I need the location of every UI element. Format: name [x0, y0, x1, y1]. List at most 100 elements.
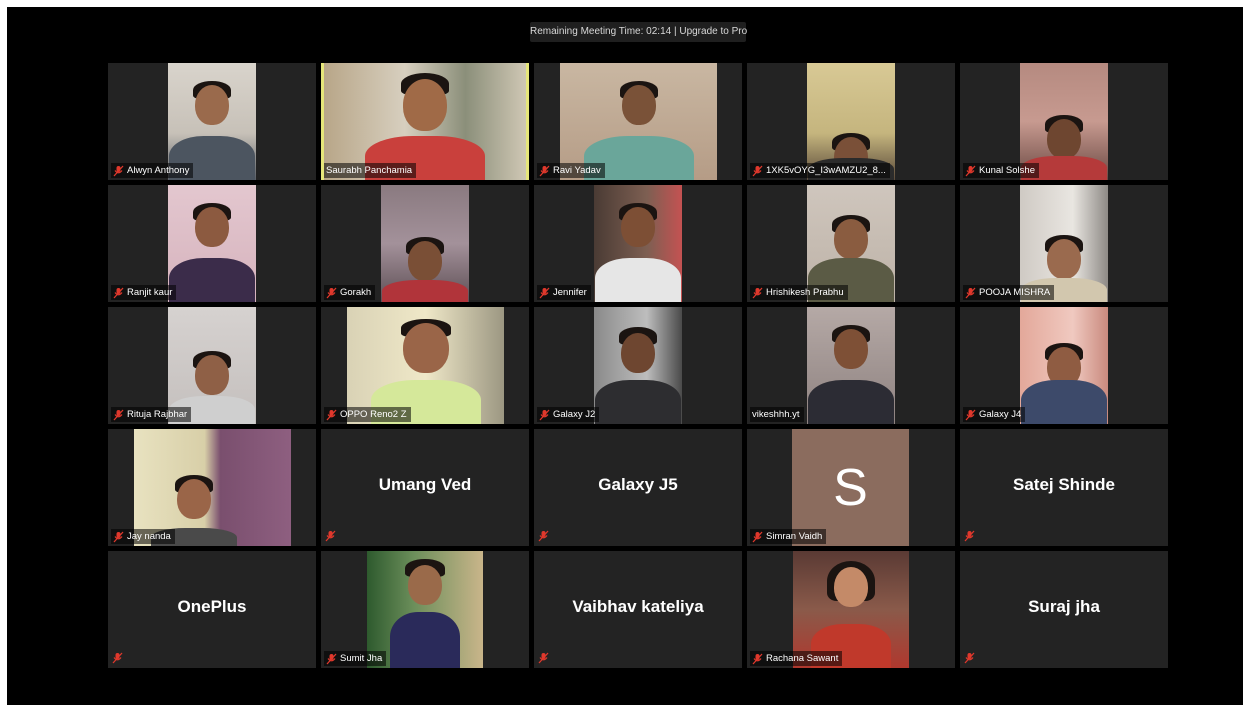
participant-name-label: Jennifer: [537, 285, 591, 300]
participant-tile-galaxy-j5[interactable]: Galaxy J5: [534, 429, 742, 546]
participant-tile-jay-nanda[interactable]: Jay nanda: [108, 429, 316, 546]
participant-name: Hrishikesh Prabhu: [766, 287, 844, 298]
muted-mic-icon: [326, 409, 337, 420]
muted-mic-icon: [325, 530, 336, 542]
video-feed: [594, 185, 682, 302]
participant-name: Ravi Yadav: [553, 165, 601, 176]
participant-tile-oneplus[interactable]: OnePlus: [108, 551, 316, 668]
participant-name-label: Galaxy J4: [963, 407, 1026, 422]
participant-name-label: Galaxy J2: [537, 407, 600, 422]
participant-tile-vaibhav-kateliya[interactable]: Vaibhav kateliya: [534, 551, 742, 668]
muted-mic-icon: [965, 165, 976, 176]
participant-name-placeholder: Suraj jha: [1028, 597, 1100, 616]
muted-mic-icon: [113, 287, 124, 298]
participant-tile-rituja-rajbhar[interactable]: Rituja Rajbhar: [108, 307, 316, 424]
video-feed: [168, 185, 256, 302]
participant-tile-alwyn-anthony[interactable]: Alwyn Anthony: [108, 63, 316, 180]
participant-name: Sumit Jha: [340, 653, 383, 664]
participant-tile-kunal-solshe[interactable]: Kunal Solshe: [960, 63, 1168, 180]
participant-tile-simran-vaidh[interactable]: S Simran Vaidh: [747, 429, 955, 546]
muted-mic-icon: [539, 409, 550, 420]
muted-mic-icon: [113, 409, 124, 420]
participant-name-label: POOJA MISHRA: [963, 285, 1055, 300]
muted-mic-icon: [112, 652, 123, 664]
participant-name: Kunal Solshe: [979, 165, 1035, 176]
muted-mic-icon: [965, 409, 976, 420]
participant-tile-gorakh[interactable]: Gorakh: [321, 185, 529, 302]
participant-name-placeholder: Umang Ved: [378, 475, 472, 494]
participant-name-label: Rachana Sawant: [750, 651, 843, 666]
participant-name: OPPO Reno2 Z: [340, 409, 407, 420]
participant-name: Rituja Rajbhar: [127, 409, 188, 420]
video-feed: [807, 307, 895, 424]
video-feed: [594, 307, 682, 424]
participant-name-label: Sumit Jha: [324, 651, 387, 666]
participant-name-label: Hrishikesh Prabhu: [750, 285, 848, 300]
participant-name: Galaxy J4: [979, 409, 1022, 420]
muted-mic-icon: [539, 287, 550, 298]
muted-mic-icon: [113, 165, 124, 176]
participant-name-label: Kunal Solshe: [963, 163, 1039, 178]
participant-name-label: Jay nanda: [111, 529, 175, 544]
muted-mic-icon: [964, 652, 975, 664]
participant-tile-sumit-jha[interactable]: Sumit Jha: [321, 551, 529, 668]
participant-tile-suraj-jha[interactable]: Suraj jha: [960, 551, 1168, 668]
muted-mic-icon: [538, 530, 549, 542]
participant-name: Ranjit kaur: [127, 287, 173, 298]
participant-name-label: Gorakh: [324, 285, 376, 300]
participant-tile-galaxy-j2[interactable]: Galaxy J2: [534, 307, 742, 424]
participant-name-placeholder: Galaxy J5: [598, 475, 678, 494]
muted-mic-icon: [326, 653, 337, 664]
participant-tile-rachana-sawant[interactable]: Rachana Sawant: [747, 551, 955, 668]
muted-mic-icon: [752, 165, 763, 176]
participant-name-label: Saurabh Panchamia: [324, 163, 417, 178]
muted-mic-icon: [752, 653, 763, 664]
participant-tile-jennifer[interactable]: Jennifer: [534, 185, 742, 302]
participant-name-label: OPPO Reno2 Z: [324, 407, 411, 422]
participant-name-label: 1XK5vOYG_I3wAMZU2_8...: [750, 163, 890, 178]
participant-name-placeholder: Vaibhav kateliya: [572, 597, 704, 616]
participant-name: Galaxy J2: [553, 409, 596, 420]
muted-mic-icon: [752, 287, 763, 298]
participant-name: Gorakh: [340, 287, 372, 298]
participant-name: Simran Vaidh: [766, 531, 823, 542]
video-feed: [381, 185, 469, 302]
participant-tile-galaxy-j4[interactable]: Galaxy J4: [960, 307, 1168, 424]
participant-name: Jennifer: [553, 287, 587, 298]
participant-tile-umang-ved[interactable]: Umang Ved: [321, 429, 529, 546]
participant-tile-satej-shinde[interactable]: Satej Shinde: [960, 429, 1168, 546]
gallery-grid: Alwyn Anthony Saurabh Panchamia Ravi Yad…: [108, 63, 1168, 668]
remaining-time-banner[interactable]: Remaining Meeting Time: 02:14 | Upgrade …: [530, 22, 747, 42]
participant-name: Jay nanda: [127, 531, 171, 542]
participant-name-label: Alwyn Anthony: [111, 163, 194, 178]
video-feed: [1020, 307, 1108, 424]
participant-tile-ranjit-kaur[interactable]: Ranjit kaur: [108, 185, 316, 302]
participant-name-placeholder: Satej Shinde: [1012, 475, 1116, 494]
muted-mic-icon: [113, 531, 124, 542]
participant-name: POOJA MISHRA: [979, 287, 1051, 298]
participant-tile-1xk5voyg[interactable]: 1XK5vOYG_I3wAMZU2_8...: [747, 63, 955, 180]
muted-mic-icon: [539, 165, 550, 176]
muted-mic-icon: [752, 531, 763, 542]
participant-tile-pooja-mishra[interactable]: POOJA MISHRA: [960, 185, 1168, 302]
participant-tile-oppo-reno2-z[interactable]: OPPO Reno2 Z: [321, 307, 529, 424]
participant-name-label: Ravi Yadav: [537, 163, 605, 178]
participant-name-label: Ranjit kaur: [111, 285, 177, 300]
participant-name-label: Simran Vaidh: [750, 529, 827, 544]
muted-mic-icon: [965, 287, 976, 298]
participant-tile-saurabh-panchamia[interactable]: Saurabh Panchamia: [321, 63, 529, 180]
participant-name: vikeshhh.yt: [752, 409, 800, 420]
participant-name: Alwyn Anthony: [127, 165, 190, 176]
muted-mic-icon: [964, 530, 975, 542]
participant-name-label: Rituja Rajbhar: [111, 407, 192, 422]
participant-tile-ravi-yadav[interactable]: Ravi Yadav: [534, 63, 742, 180]
participant-tile-hrishikesh-prabhu[interactable]: Hrishikesh Prabhu: [747, 185, 955, 302]
meeting-window: Remaining Meeting Time: 02:14 | Upgrade …: [7, 7, 1243, 705]
participant-name: Rachana Sawant: [766, 653, 839, 664]
muted-mic-icon: [538, 652, 549, 664]
participant-tile-vikeshhh-yt[interactable]: vikeshhh.yt: [747, 307, 955, 424]
muted-mic-icon: [326, 287, 337, 298]
participant-name-label: vikeshhh.yt: [750, 407, 804, 422]
participant-name-placeholder: OnePlus: [177, 597, 247, 616]
participant-name: 1XK5vOYG_I3wAMZU2_8...: [766, 165, 886, 176]
